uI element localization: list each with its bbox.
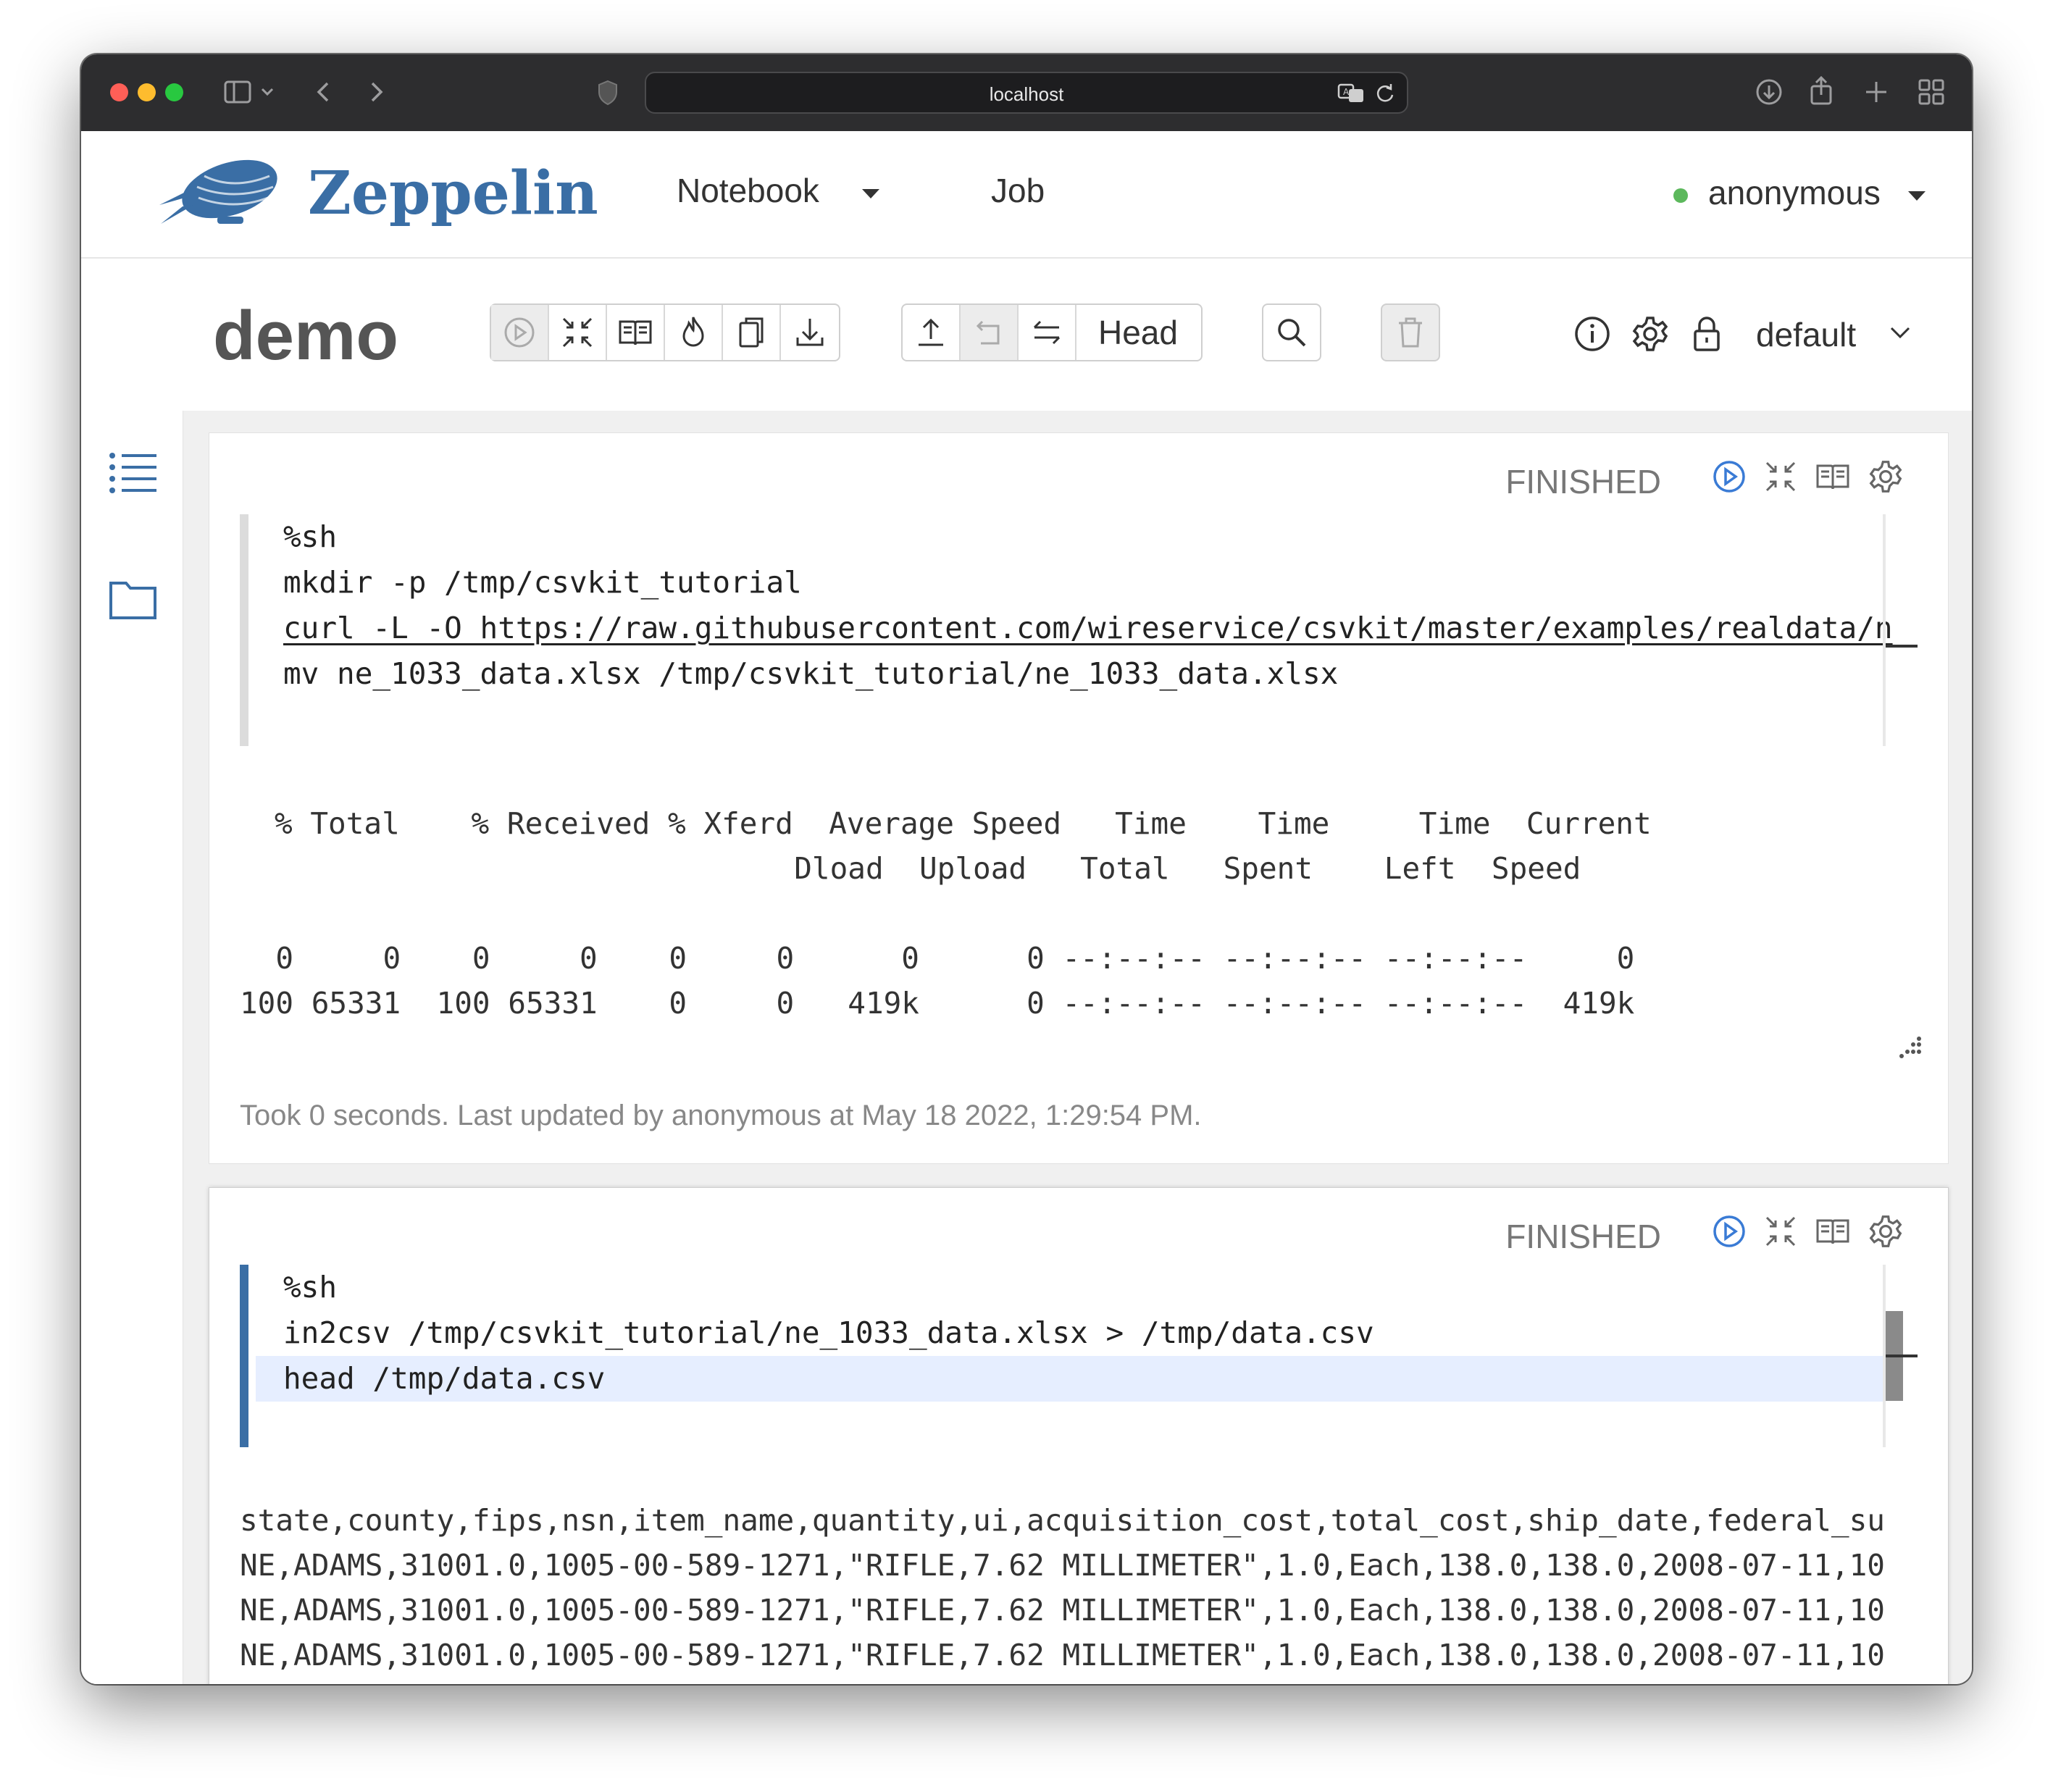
search-icon [1278, 319, 1306, 347]
clone-notebook-button[interactable] [723, 305, 781, 360]
notebook-header: demo Head default [81, 259, 1972, 412]
search-button[interactable] [1262, 303, 1321, 361]
folder-icon[interactable] [109, 579, 158, 624]
notebook-title[interactable]: demo [213, 296, 398, 376]
paragraph-1[interactable]: FINISHED %sh mkdir -p /tmp/csvkit_tutori… [209, 432, 1949, 1164]
run-all-button[interactable] [491, 305, 549, 360]
revision-head-label[interactable]: Head [1076, 305, 1200, 360]
code-line: head /tmp/data.csv [283, 1361, 606, 1396]
info-icon[interactable] [1573, 315, 1611, 356]
tab-overview-icon[interactable] [1917, 78, 1946, 113]
output-line: 100 65331 100 65331 0 0 419k 0 --:--:-- … [240, 986, 1635, 1021]
close-window-button[interactable] [110, 83, 128, 101]
notebook-menu-label[interactable]: Notebook [677, 171, 819, 210]
code-line: %sh [283, 519, 338, 554]
address-bar[interactable]: localhost A [645, 72, 1408, 114]
svg-text:A: A [1343, 87, 1350, 97]
hide-editor-icon[interactable] [1764, 460, 1797, 493]
code-line: %sh [283, 1270, 338, 1305]
hide-code-button[interactable] [549, 305, 607, 360]
notebook-content: FINISHED %sh mkdir -p /tmp/csvkit_tutori… [81, 411, 1972, 1684]
resize-handle-icon[interactable] [1899, 1034, 1923, 1063]
code-editor[interactable]: %sh mkdir -p /tmp/csvkit_tutorial curl -… [240, 514, 1918, 746]
delete-notebook-button[interactable] [1381, 303, 1440, 361]
chevron-down-icon[interactable] [259, 79, 275, 112]
notebook-menu-caret-icon[interactable] [862, 189, 879, 198]
chevron-down-icon[interactable] [1889, 325, 1911, 343]
compare-revisions-button[interactable] [1019, 305, 1076, 360]
output-text: % Total % Received % Xferd Average Speed… [240, 801, 1652, 1115]
interpreter-binding-label[interactable]: default [1756, 315, 1856, 354]
hide-output-icon[interactable] [1815, 1215, 1851, 1248]
share-icon[interactable] [1808, 75, 1834, 113]
code-editor-active[interactable]: %sh in2csv /tmp/csvkit_tutorial/ne_1033_… [240, 1265, 1918, 1447]
hide-editor-icon[interactable] [1764, 1215, 1797, 1248]
output-line: % Total % Received % Xferd Average Speed… [275, 806, 1652, 841]
revert-button[interactable] [961, 305, 1019, 360]
hide-output-icon[interactable] [1815, 460, 1851, 493]
url-text: localhost [989, 83, 1064, 105]
output-line: state,county,fips,nsn,item_name,quantity… [240, 1503, 1885, 1538]
new-tab-icon[interactable] [1863, 78, 1889, 113]
notebook-action-group [490, 303, 840, 361]
gear-icon[interactable] [1631, 315, 1669, 356]
editor-scroll-thumb[interactable] [1886, 645, 1918, 648]
paragraph-status: FINISHED [1505, 463, 1661, 501]
job-menu-link[interactable]: Job [991, 171, 1045, 210]
output-line: NE,ADAMS,31001.0,1005-00-589-1271,"RIFLE… [240, 1593, 1885, 1628]
paragraph-footer: Took 0 seconds. Last updated by anonymou… [240, 1100, 1202, 1131]
left-sidebar [81, 411, 183, 1684]
translate-icon[interactable]: A [1337, 82, 1366, 109]
paragraph-controls [1712, 459, 1903, 494]
reload-icon[interactable] [1373, 82, 1397, 109]
editor-scroll-marker [1886, 1355, 1918, 1357]
version-control-group: Head [901, 303, 1203, 361]
toggle-output-button[interactable] [607, 305, 665, 360]
code-line: mkdir -p /tmp/csvkit_tutorial [283, 565, 802, 600]
browser-toolbar: localhost A [81, 54, 1972, 131]
output-line: NE,ADAMS,31001.0,1005-00-589-1271,"RIFLE… [240, 1548, 1885, 1583]
paragraph-settings-icon[interactable] [1868, 1214, 1903, 1249]
code-line: mv ne_1033_data.xlsx /tmp/csvkit_tutoria… [283, 656, 1339, 691]
paragraph-status: FINISHED [1505, 1218, 1661, 1255]
trash-icon [1399, 317, 1422, 348]
export-notebook-button[interactable] [781, 305, 839, 360]
paragraph-controls [1712, 1214, 1903, 1249]
run-paragraph-icon[interactable] [1712, 1214, 1747, 1249]
brand-name[interactable]: Zeppelin [308, 159, 598, 228]
output-text: state,county,fips,nsn,item_name,quantity… [240, 1498, 1885, 1684]
minimize-window-button[interactable] [138, 83, 156, 101]
paragraph-2[interactable]: FINISHED %sh in2csv /tmp/csvkit_tutorial… [209, 1187, 1949, 1684]
zoom-window-button[interactable] [165, 83, 183, 101]
browser-window: localhost A Zeppelin Notebook Job anonym… [81, 54, 1972, 1684]
output-line: 0 0 0 0 0 0 0 0 --:--:-- --:--:-- --:--:… [240, 941, 1635, 976]
commit-button[interactable] [903, 305, 961, 360]
paragraph-settings-icon[interactable] [1868, 459, 1903, 494]
output-line: Dload Upload Total Spent Left Speed [240, 851, 1581, 886]
downloads-icon[interactable] [1755, 78, 1784, 113]
code-line-url[interactable]: curl -L -O https://raw.githubusercontent… [283, 606, 1893, 651]
back-icon[interactable] [313, 78, 335, 113]
lock-icon[interactable] [1691, 315, 1723, 356]
editor-scrollbar[interactable] [1883, 514, 1886, 746]
run-paragraph-icon[interactable] [1712, 459, 1747, 494]
forward-icon[interactable] [365, 78, 387, 113]
user-menu-label[interactable]: anonymous [1708, 173, 1881, 212]
toc-list-icon[interactable] [109, 451, 158, 497]
privacy-shield-icon[interactable] [597, 78, 619, 114]
zeppelin-logo-icon[interactable] [154, 154, 284, 238]
code-line: in2csv /tmp/csvkit_tutorial/ne_1033_data… [283, 1315, 1374, 1350]
sidebar-toggle-icon[interactable] [223, 78, 252, 113]
app-navbar: Zeppelin Notebook Job anonymous [81, 131, 1972, 259]
output-line: NE,ADAMS,31001.0,1005-00-589-1271,"RIFLE… [240, 1638, 1885, 1672]
clear-output-button[interactable] [665, 305, 723, 360]
user-menu-caret-icon[interactable] [1908, 191, 1926, 201]
online-status-dot [1673, 188, 1688, 203]
